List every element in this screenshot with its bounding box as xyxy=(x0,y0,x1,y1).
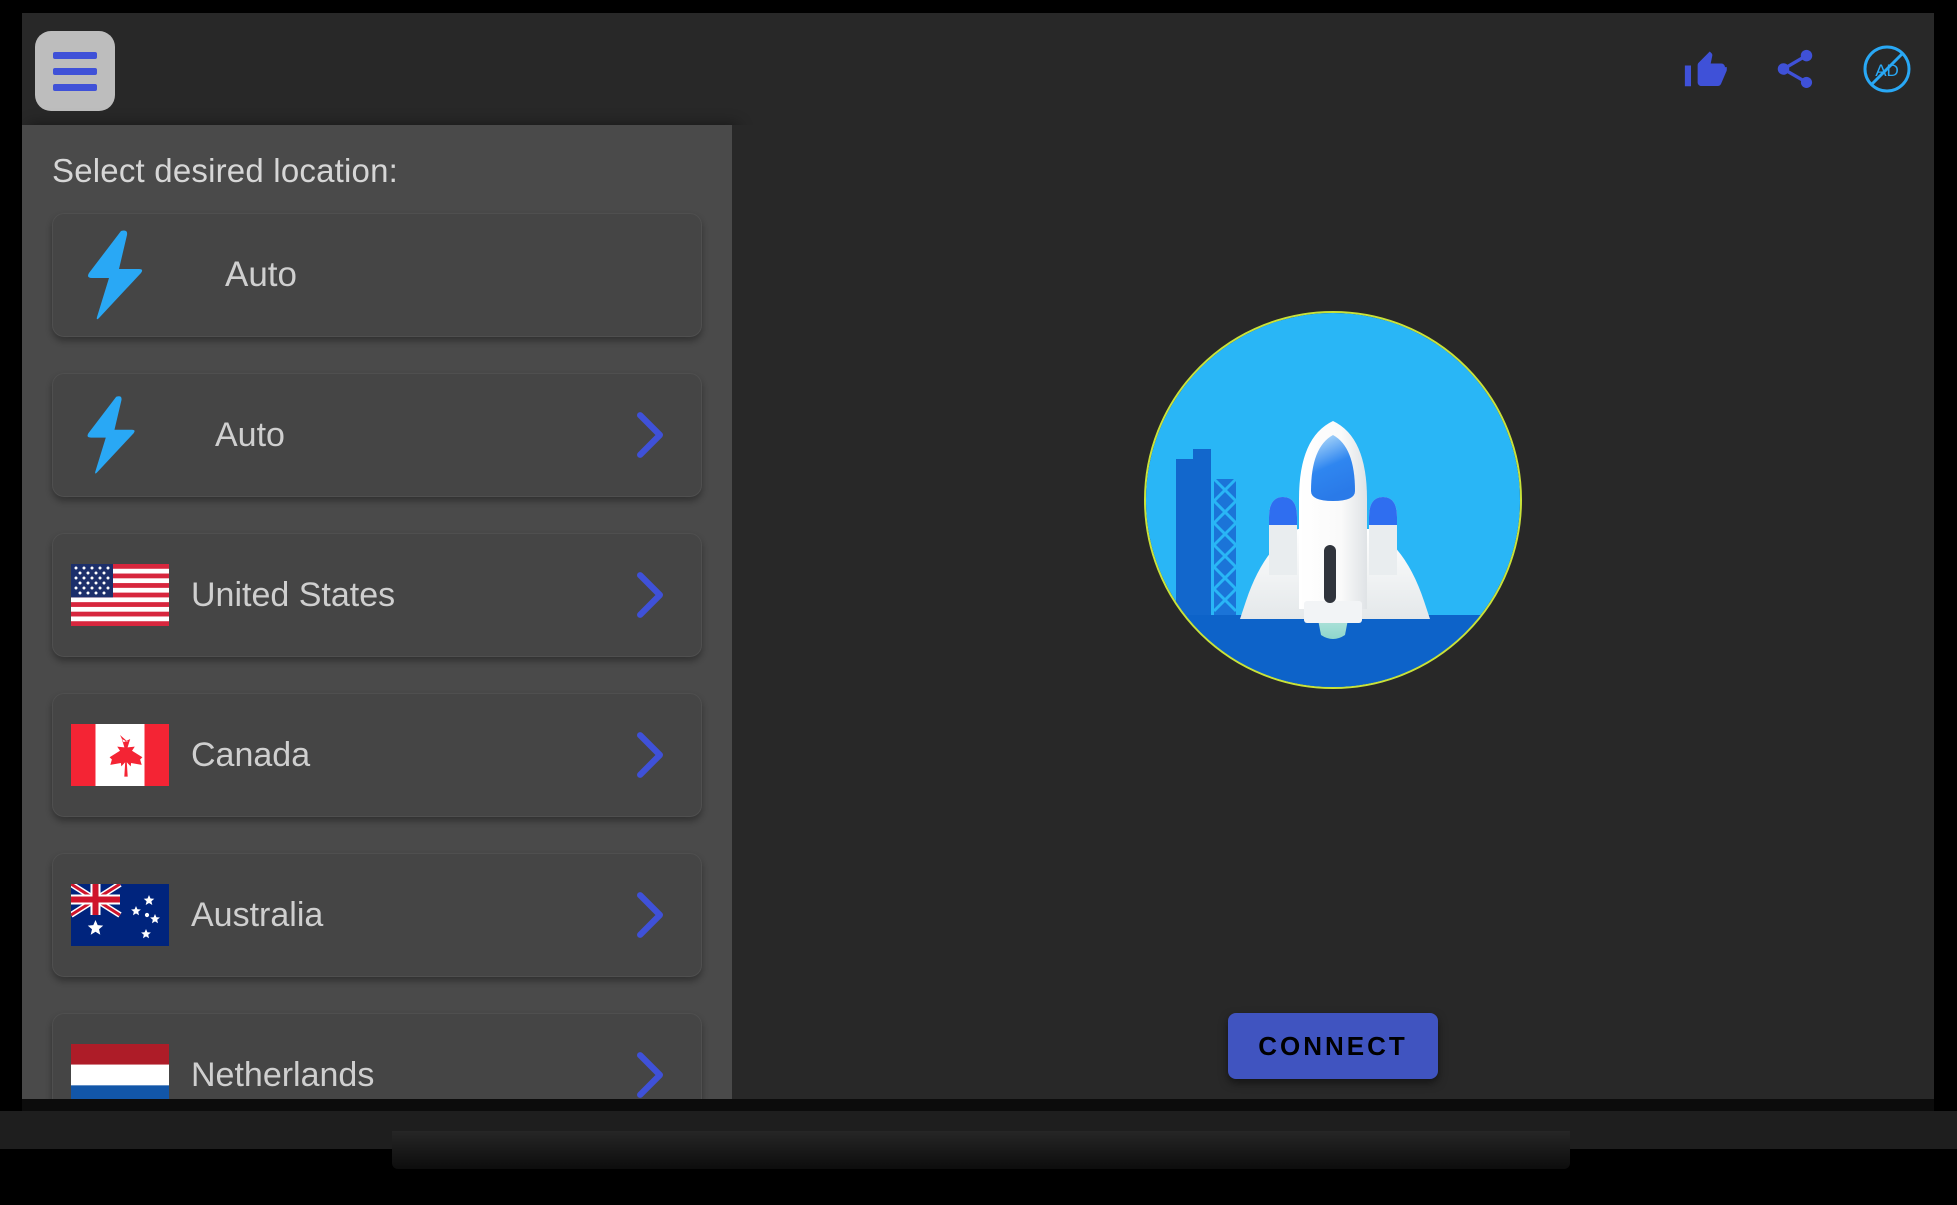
flag-canada-icon xyxy=(71,724,169,786)
app-bar-actions: AD xyxy=(1682,13,1912,125)
flag-united-states-icon xyxy=(71,564,169,626)
location-item-label: Australia xyxy=(191,895,324,934)
device-bottom-bar-inner xyxy=(392,1131,1570,1169)
lightning-bolt-icon xyxy=(83,229,193,321)
chevron-right-icon[interactable] xyxy=(633,891,667,939)
location-item-auto-primary[interactable]: Auto xyxy=(52,213,702,337)
app-bar: AD xyxy=(22,13,1934,125)
location-item-auto[interactable]: Auto xyxy=(52,373,702,497)
location-item-united-states[interactable]: United States xyxy=(52,533,702,657)
no-ad-icon[interactable]: AD xyxy=(1862,44,1912,94)
chevron-right-icon[interactable] xyxy=(633,1051,667,1099)
location-list: Auto Auto United States Canada Australia… xyxy=(22,213,732,1099)
thumbs-up-icon[interactable] xyxy=(1682,46,1728,92)
device-frame: AD Select desired location: Auto Auto Un… xyxy=(0,0,1957,1205)
share-icon[interactable] xyxy=(1772,46,1818,92)
location-item-label: Canada xyxy=(191,735,311,774)
rocket-launch-illustration xyxy=(1144,311,1522,689)
lightning-bolt-icon xyxy=(83,395,193,475)
location-item-label: Auto xyxy=(225,255,297,294)
hamburger-menu-icon[interactable] xyxy=(35,31,115,111)
flag-netherlands-icon xyxy=(71,1044,169,1099)
main-content: CONNECT xyxy=(732,125,1934,1099)
no-ad-label: AD xyxy=(1875,61,1899,80)
sidebar-title: Select desired location: xyxy=(52,152,398,189)
location-drawer: Select desired location: Auto Auto Unite… xyxy=(22,125,732,1099)
menu-line xyxy=(53,51,97,59)
chevron-right-icon[interactable] xyxy=(633,571,667,619)
flag-australia-icon xyxy=(71,884,169,946)
location-item-label: United States xyxy=(191,575,396,614)
location-item-label: Auto xyxy=(215,415,285,454)
chevron-right-icon[interactable] xyxy=(633,411,667,459)
menu-line xyxy=(53,83,97,91)
connect-button[interactable]: CONNECT xyxy=(1228,1013,1438,1079)
location-item-australia[interactable]: Australia xyxy=(52,853,702,977)
app-screen: AD Select desired location: Auto Auto Un… xyxy=(22,13,1934,1099)
location-item-netherlands[interactable]: Netherlands xyxy=(52,1013,702,1099)
location-item-label: Netherlands xyxy=(191,1055,375,1094)
location-item-canada[interactable]: Canada xyxy=(52,693,702,817)
chevron-right-icon[interactable] xyxy=(633,731,667,779)
menu-line xyxy=(53,67,97,75)
screen-bottom-shadow xyxy=(22,1099,1934,1111)
